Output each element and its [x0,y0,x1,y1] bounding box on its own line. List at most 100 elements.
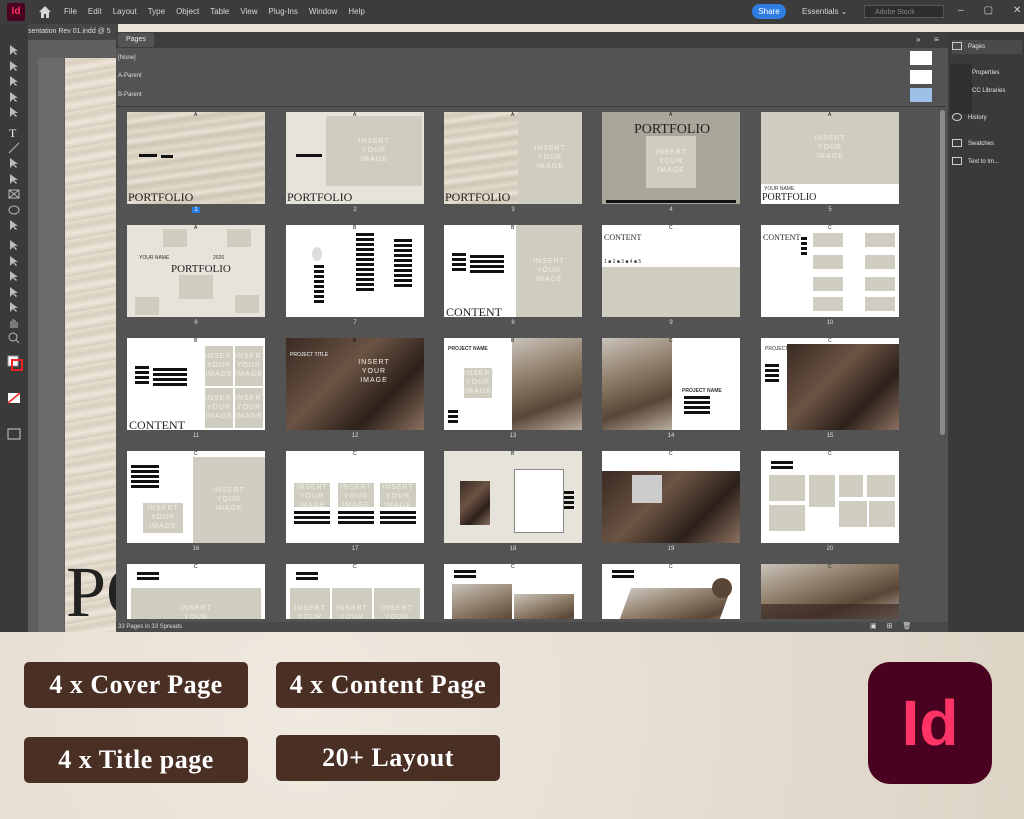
page-thumbnail-row5-0[interactable]: INSERTYOURIMAGEC [127,564,265,619]
menu-help[interactable]: Help [348,0,364,24]
parent-b-thumbnail[interactable] [910,88,932,102]
page-prefix: C [353,451,357,457]
parent-b[interactable]: B-Parent [118,90,142,100]
parent-none[interactable]: [None] [118,53,136,63]
parent-a[interactable]: A-Parent [118,71,142,81]
note-tool-icon[interactable] [7,286,21,298]
menu-edit[interactable]: Edit [88,0,102,24]
page-number: 1 [192,207,200,213]
collapse-panel-icon[interactable]: » [916,33,920,47]
page-thumbnail-18[interactable]: B [444,451,582,543]
gap-tool-icon[interactable] [7,91,21,103]
line-tool-icon[interactable] [7,142,21,154]
page-thumbnail-9[interactable]: CONTENT 1 ■ 2 ■ 3 ■ 4 ■ 5C [602,225,740,317]
pen-tool-icon[interactable] [7,157,21,169]
page-prefix: B [353,338,357,344]
page-number: 16 [192,546,200,552]
page-thumbnail-2[interactable]: INSERT YOUR IMAGE PORTFOLIO A [286,112,424,204]
menu-window[interactable]: Window [309,0,337,24]
badge-cover-page: 4 x Cover Page [24,662,248,708]
share-button[interactable]: Share [752,4,786,19]
page-prefix: B [353,225,357,231]
menu-view[interactable]: View [240,0,257,24]
direct-selection-tool-icon[interactable] [7,60,21,72]
page-thumbnail-5[interactable]: INSERT YOUR IMAGE PORTFOLIO YOUR NAME A [761,112,899,204]
page-thumbnail-20[interactable]: C [761,451,899,543]
document-tab[interactable]: sentation Rev 01.indd @ 5 [28,24,118,40]
tab-pages[interactable]: Pages [118,33,154,47]
page-thumbnail-19[interactable]: C [602,451,740,543]
page-thumbnail-17[interactable]: INSERT YOUR IMAGE INSERT YOUR IMAGE INSERT YOUR… [286,451,424,543]
hand-tool-icon[interactable] [7,317,21,329]
page-number: 10 [826,320,834,326]
eyedropper-tool-icon[interactable] [7,301,21,313]
page-prefix: C [511,564,515,570]
page-thumbnail-1[interactable]: PORTFOLIO A [127,112,265,204]
close-icon[interactable]: ✕ [1013,0,1021,24]
page-thumbnail-10[interactable]: CONTENT C [761,225,899,317]
page-prefix: B [511,338,515,344]
page-thumbnail-4[interactable]: PORTFOLIO INSERT YOUR IMAGE A [602,112,740,204]
page-size-icon[interactable]: ▣ [870,622,877,632]
type-tool-icon[interactable]: T [7,126,21,138]
scissors-tool-icon[interactable] [7,219,21,231]
page-thumbnail-13[interactable]: PROJECT NAME INSERT YOUR IMAGE B [444,338,582,430]
page-thumbnail-row5-3[interactable]: C [602,564,740,619]
delete-page-icon[interactable]: 🗑 [903,622,912,632]
page-thumbnail-row5-4[interactable]: C [761,564,899,619]
page-thumbnail-3[interactable]: INSERT YOUR IMAGE PORTFOLIO A [444,112,582,204]
menu-file[interactable]: File [64,0,77,24]
gradient-feather-tool-icon[interactable] [7,270,21,282]
page-prefix: A [669,112,673,118]
page-thumbnail-16[interactable]: INSERT YOUR IMAGE INSERT YOUR IMAGE C [127,451,265,543]
minimize-icon[interactable]: – [958,0,964,24]
menu-object[interactable]: Object [176,0,199,24]
selection-tool-icon[interactable] [7,44,21,56]
dock-properties-label: Properties [972,70,1000,76]
apply-none-icon[interactable] [7,392,21,404]
home-icon[interactable] [38,5,52,19]
dock-cc-libraries[interactable]: CC Libraries [956,84,1024,98]
dock-text-to-image[interactable]: Text to Im... [952,155,1022,169]
dock-pages[interactable]: Pages [952,40,1022,54]
workspace-switcher[interactable]: Essentials ⌄ [802,0,847,24]
page-thumbnail-6[interactable]: PORTFOLIO YOUR NAME 2026 A [127,225,265,317]
menu-plugins[interactable]: Plug-Ins [269,0,298,24]
free-transform-tool-icon[interactable] [7,239,21,251]
rectangle-frame-tool-icon[interactable] [7,188,21,200]
dock-swatches[interactable]: Swatches [952,137,1022,151]
content-collector-icon[interactable] [7,106,21,118]
zoom-tool-icon[interactable] [7,332,21,344]
fill-stroke-swatch-icon[interactable] [7,355,23,377]
menu-layout[interactable]: Layout [113,0,137,24]
stock-search-input[interactable]: Adobe Stock [864,5,944,18]
menu-type[interactable]: Type [148,0,165,24]
page-thumbnail-15[interactable]: PROJECT TITLE C [761,338,899,430]
page-thumbnail-row5-1[interactable]: INSERTYOURIMAGEINSERTYOURIMAGEINSERTYOUR… [286,564,424,619]
panel-menu-icon[interactable]: ≡ [934,33,939,47]
page-thumbnail-12[interactable]: PROJECT TITLE INSERT YOUR IMAGE B [286,338,424,430]
pencil-tool-icon[interactable] [7,173,21,185]
new-page-icon[interactable]: ⊞ [887,622,893,632]
page-tool-icon[interactable] [7,75,21,87]
menu-table[interactable]: Table [210,0,229,24]
dock-history[interactable]: History [952,111,1022,125]
maximize-icon[interactable]: ▢ [984,0,993,24]
pages-scrollbar[interactable] [940,110,945,435]
parent-none-thumbnail[interactable] [910,51,932,65]
gradient-swatch-tool-icon[interactable] [7,255,21,267]
dock-properties[interactable]: Properties [956,66,1024,80]
screen-mode-icon[interactable] [7,428,21,440]
page-thumbnail-row5-2[interactable]: C [444,564,582,619]
page-prefix: A [194,112,198,118]
page-thumbnail-11[interactable]: INSERT YOUR IMAGE INSERT YOUR IMAGE INSERT YOUR… [127,338,265,430]
menu-items: File Edit Layout Type Object Table View … [64,0,376,24]
document-page[interactable] [65,58,116,632]
parent-a-thumbnail[interactable] [910,70,932,84]
page-thumbnail-14[interactable]: PROJECT NAME C [602,338,740,430]
page-thumbnail-8[interactable]: INSERT YOUR IMAGE CONTENT B [444,225,582,317]
ellipse-tool-icon[interactable] [7,204,21,216]
page-prefix: C [194,451,198,457]
indesign-logo: Id [868,662,992,784]
page-thumbnail-7[interactable]: B [286,225,424,317]
